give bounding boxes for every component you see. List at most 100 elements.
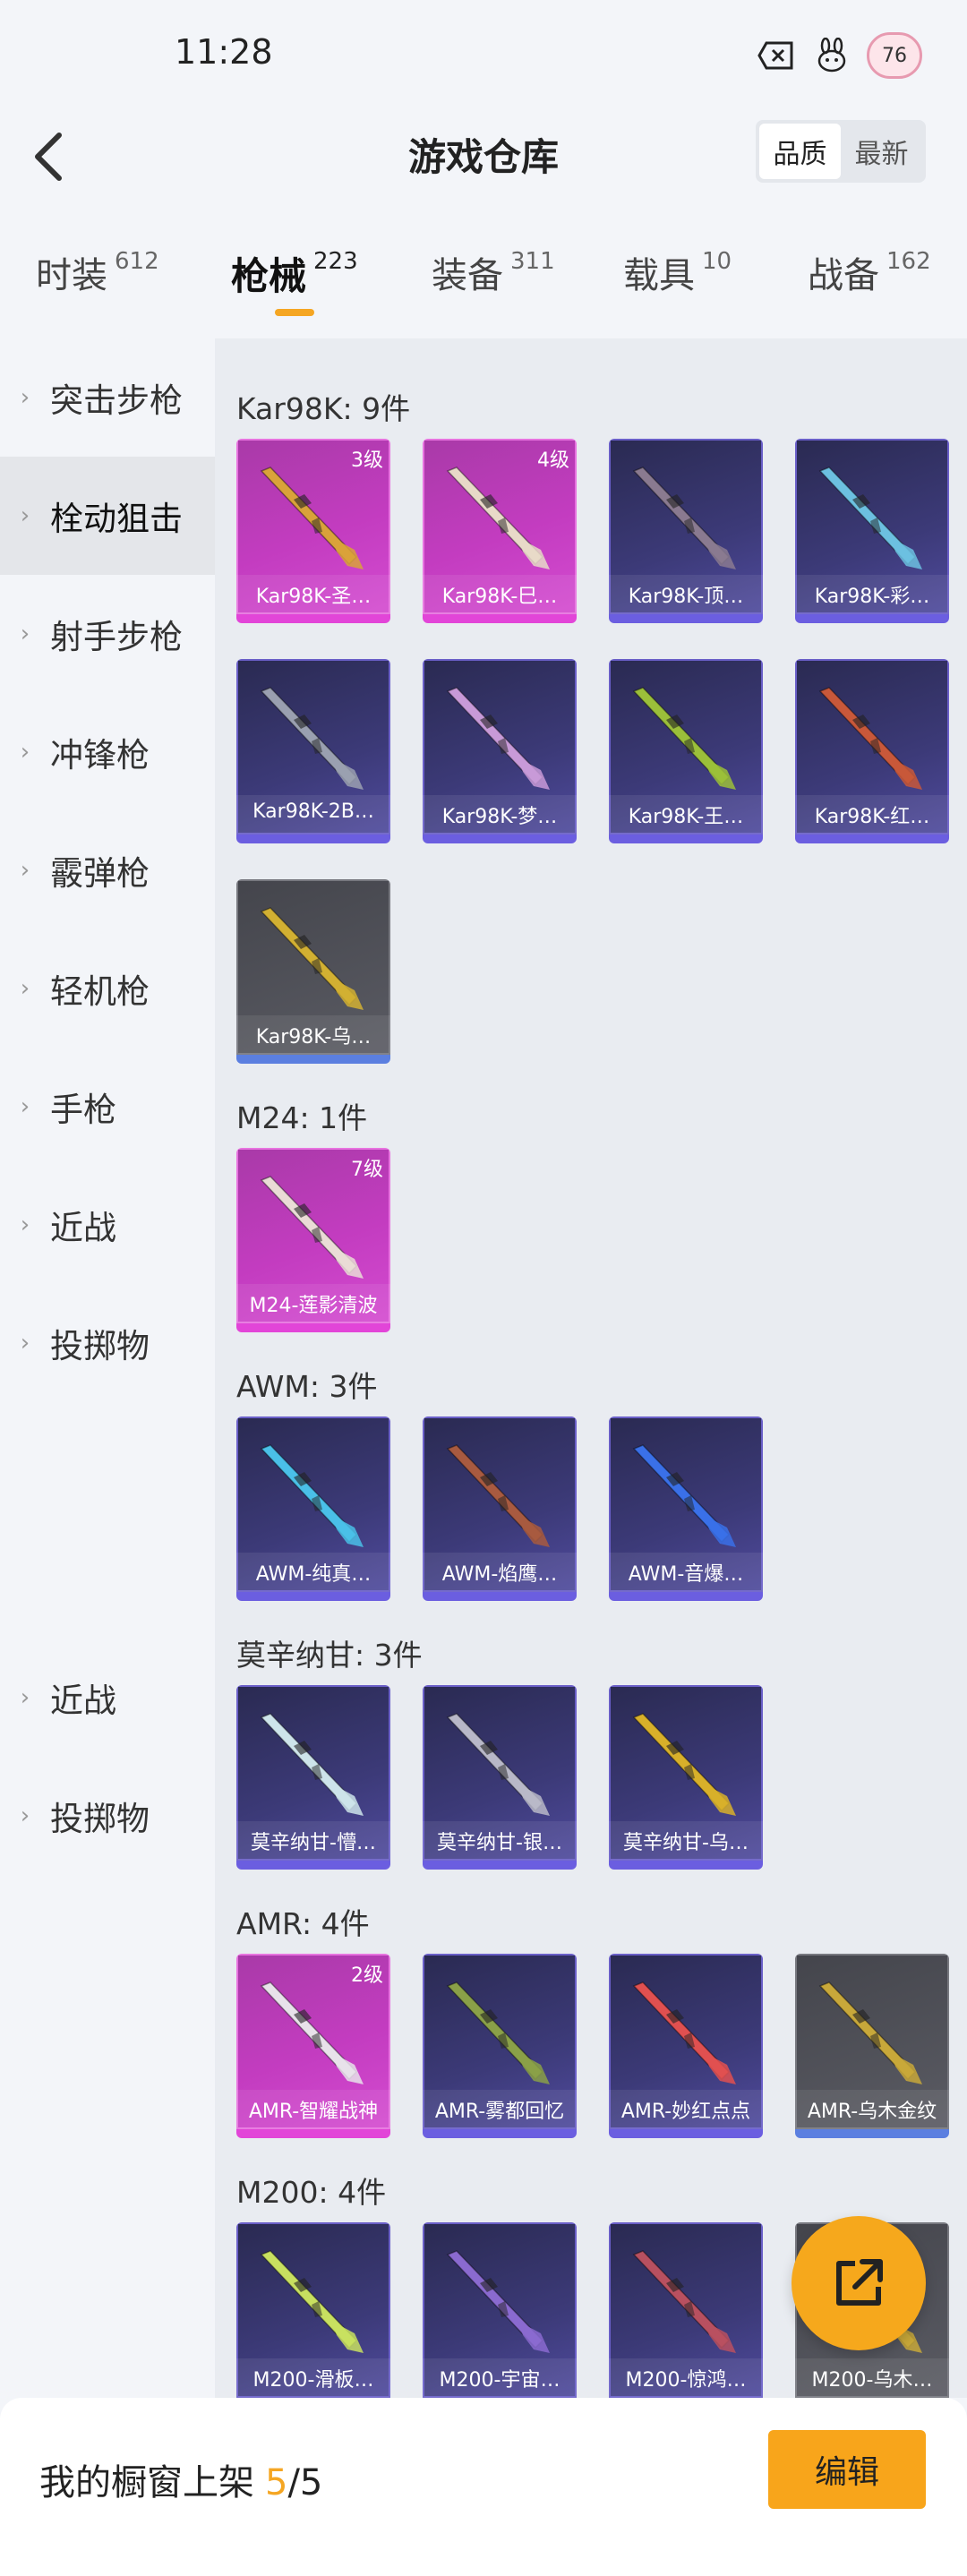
status-icons: 76	[756, 32, 922, 79]
weapon-name: 莫辛纳甘-银…	[437, 1832, 562, 1854]
tab-label: 时装	[36, 255, 107, 296]
rifle-icon	[632, 687, 736, 790]
weapon-name: 莫辛纳甘-乌…	[623, 1832, 749, 1854]
showcase-label: 我的橱窗上架	[39, 2462, 254, 2503]
sidebar-item-bolt-sniper[interactable]: › 栓动狙击	[0, 457, 215, 575]
weapon-name: Kar98K-圣…	[255, 586, 372, 608]
sidebar-item-label: 近战	[50, 1682, 116, 1720]
weapon-card[interactable]: AWM-焰鹰…	[423, 1416, 577, 1601]
rarity-bar	[423, 614, 577, 623]
rarity-bar	[609, 1861, 763, 1870]
weapon-name: Kar98K-顶…	[628, 586, 744, 608]
group-title: M200: 4件	[236, 2175, 387, 2210]
weapon-name: Kar98K-乌…	[255, 1026, 372, 1048]
tab-firearms[interactable]: 枪械 223	[231, 246, 358, 301]
share-button[interactable]	[792, 2216, 926, 2350]
sidebar-item-melee-2[interactable]: › 近战	[0, 1639, 215, 1757]
weapon-name: 莫辛纳甘-懵…	[251, 1832, 376, 1854]
weapon-card[interactable]: AWM-纯真…	[236, 1416, 390, 1601]
rarity-bar	[236, 1055, 390, 1064]
tab-count: 223	[313, 248, 358, 275]
group-title: M24: 1件	[236, 1100, 368, 1135]
weapon-name: Kar98K-彩…	[814, 586, 930, 608]
weapon-card[interactable]: AMR-雾都回忆	[423, 1954, 577, 2138]
tab-equipment[interactable]: 装备 311	[432, 246, 555, 298]
weapon-card[interactable]: Kar98K-彩…	[795, 439, 949, 623]
rifle-icon	[446, 1713, 550, 1816]
rifle-icon	[260, 1444, 364, 1547]
sidebar-item-label: 霰弹枪	[50, 854, 150, 893]
rarity-bar	[236, 1861, 390, 1870]
weapon-card[interactable]: M200-惊鸿…	[609, 2222, 763, 2398]
weapon-card[interactable]: Kar98K-圣… 3级	[236, 439, 390, 623]
weapon-name: Kar98K-梦…	[441, 806, 558, 828]
showcase-status: 我的橱窗上架 5 /5	[39, 2453, 322, 2505]
chevron-right-icon: ›	[20, 1802, 30, 1829]
sidebar-item-throwable-2[interactable]: › 投掷物	[0, 1757, 215, 1875]
header: 游戏仓库 品质 最新	[0, 107, 967, 206]
weapon-card[interactable]: 莫辛纳甘-银…	[423, 1685, 577, 1870]
weapon-name: AMR-妙红点点	[620, 2101, 751, 2123]
level-badge: 76	[867, 32, 922, 79]
rarity-bar	[795, 834, 949, 843]
weapon-name: M200-乌木…	[811, 2369, 933, 2392]
sidebar-item-lmg[interactable]: › 轻机枪	[0, 929, 215, 1048]
category-tabs: 时装 612 枪械 223 装备 311 载具 10 战备 162	[0, 228, 967, 336]
chevron-right-icon: ›	[20, 1330, 30, 1356]
weapon-level: 3级	[351, 449, 383, 472]
chevron-right-icon: ›	[20, 1684, 30, 1711]
weapon-card[interactable]: Kar98K-王…	[609, 659, 763, 843]
sidebar-item-marksman-rifle[interactable]: › 射手步枪	[0, 575, 215, 693]
rifle-icon	[446, 1981, 550, 2084]
sidebar-item-throwable[interactable]: › 投掷物	[0, 1284, 215, 1402]
sidebar-item-smg[interactable]: › 冲锋枪	[0, 693, 215, 811]
sort-quality-button[interactable]: 品质	[759, 124, 841, 179]
group-title: Kar98K: 9件	[236, 391, 411, 426]
sidebar-item-shotgun[interactable]: › 霰弹枪	[0, 811, 215, 929]
weapon-card[interactable]: Kar98K-红…	[795, 659, 949, 843]
weapon-card[interactable]: M200-宇宙…	[423, 2222, 577, 2398]
tab-fashion[interactable]: 时装 612	[36, 246, 159, 298]
weapon-list[interactable]: Kar98K: 9件 Kar98K-圣… 3级 Kar98K-巳… 4级 Kar98K-顶…	[215, 338, 967, 2398]
sidebar-item-label: 手枪	[50, 1091, 116, 1129]
rifle-icon	[632, 1981, 736, 2084]
rarity-bar	[236, 2129, 390, 2138]
rarity-bar	[423, 1861, 577, 1870]
tab-supplies[interactable]: 战备 162	[808, 246, 931, 298]
rifle-icon	[446, 2250, 550, 2353]
weapon-card[interactable]: Kar98K-巳… 4级	[423, 439, 577, 623]
sidebar-item-label: 冲锋枪	[50, 736, 150, 775]
rarity-bar	[609, 614, 763, 623]
sidebar-item-assault-rifle[interactable]: › 突击步枪	[0, 338, 215, 457]
sidebar-item-melee[interactable]: › 近战	[0, 1166, 215, 1284]
weapon-card[interactable]: AMR-智耀战神 2级	[236, 1954, 390, 2138]
rarity-bar	[423, 2129, 577, 2138]
rifle-icon	[818, 687, 922, 790]
weapon-name: AWM-焰鹰…	[441, 1563, 558, 1586]
weapon-name: Kar98K-巳…	[441, 586, 558, 608]
sort-newest-button[interactable]: 最新	[841, 124, 922, 179]
weapon-card[interactable]: Kar98K-顶…	[609, 439, 763, 623]
share-external-icon	[836, 2259, 883, 2306]
group-title: 莫辛纳甘: 3件	[236, 1638, 423, 1673]
weapon-card[interactable]: 莫辛纳甘-乌…	[609, 1685, 763, 1870]
sidebar-item-label: 栓动狙击	[50, 500, 183, 538]
edit-button[interactable]: 编辑	[768, 2430, 926, 2509]
tab-label: 枪械	[231, 254, 307, 298]
weapon-card[interactable]: AMR-妙红点点	[609, 1954, 763, 2138]
weapon-card[interactable]: M200-滑板…	[236, 2222, 390, 2398]
showcase-total: /5	[287, 2462, 323, 2503]
weapon-card[interactable]: 莫辛纳甘-懵…	[236, 1685, 390, 1870]
tab-count: 162	[886, 248, 931, 275]
weapon-card[interactable]: M24-莲影清波 7级	[236, 1148, 390, 1332]
weapon-card[interactable]: Kar98K-2B…	[236, 659, 390, 843]
sidebar-item-pistol[interactable]: › 手枪	[0, 1048, 215, 1166]
weapon-card[interactable]: Kar98K-乌…	[236, 879, 390, 1064]
weapon-level: 7级	[351, 1159, 383, 1181]
tab-vehicles[interactable]: 载具 10	[623, 246, 732, 298]
weapon-card[interactable]: Kar98K-梦…	[423, 659, 577, 843]
status-time: 11:28	[175, 32, 273, 72]
weapon-card[interactable]: AMR-乌木金纹	[795, 1954, 949, 2138]
weapon-card[interactable]: AWM-音爆…	[609, 1416, 763, 1601]
rifle-icon	[632, 1444, 736, 1547]
